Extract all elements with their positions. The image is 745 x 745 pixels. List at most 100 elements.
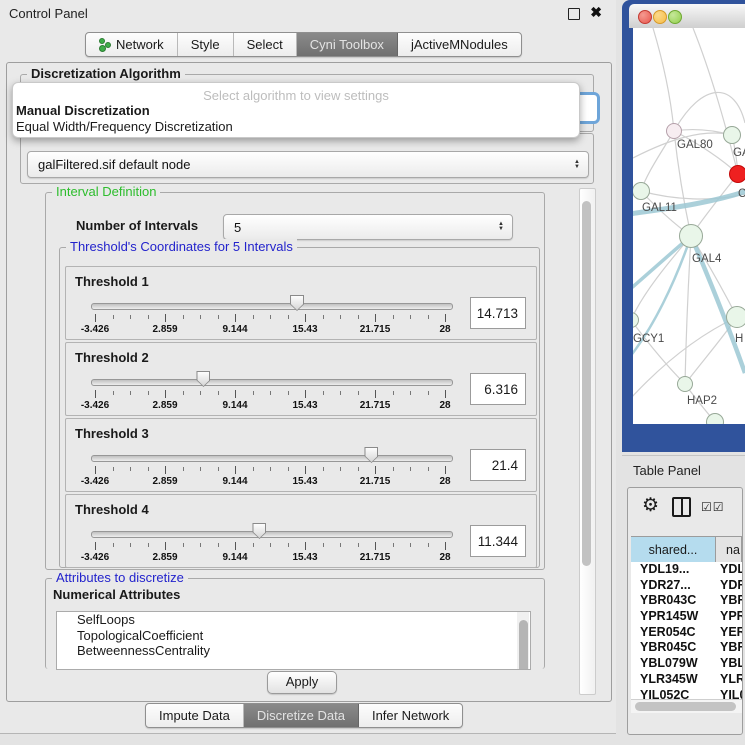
slider-tick	[323, 543, 324, 547]
threshold-value-field[interactable]: 14.713	[470, 297, 526, 329]
tab-network[interactable]: Network	[86, 33, 178, 56]
slider-tick	[165, 542, 166, 550]
slider-tick	[305, 390, 306, 398]
slider-track[interactable]	[91, 303, 453, 310]
tick-label: 21.715	[360, 324, 391, 335]
tab-jactivemnodules[interactable]: jActiveMNodules	[398, 33, 521, 56]
list-scrollbar[interactable]	[517, 612, 529, 669]
slider-tick	[218, 391, 219, 395]
slider-tick	[428, 315, 429, 319]
split-columns-icon[interactable]	[672, 497, 691, 517]
table-row[interactable]: YLR345WYLR3	[631, 672, 742, 688]
slider-track[interactable]	[91, 455, 453, 462]
table-row[interactable]: YBR043CYBR0	[631, 593, 742, 609]
bottom-tab-bar: Impute Data Discretize Data Infer Networ…	[145, 703, 463, 728]
table-cell: YDL1	[716, 562, 742, 578]
network-node-red-node[interactable]	[729, 165, 745, 183]
network-node-GCY1[interactable]	[633, 312, 639, 328]
table-row[interactable]: YBR045CYBR0	[631, 640, 742, 656]
tab-label: Select	[247, 37, 283, 52]
network-node-GAL[interactable]	[723, 126, 741, 144]
table-data-group: Table Data galFiltered.sif default node …	[20, 133, 594, 184]
network-canvas[interactable]: GAL80GACGAL11GAL4GCY1HHAP2	[633, 28, 745, 424]
slider-tick	[305, 466, 306, 474]
table-row[interactable]: YPR145WYPR1	[631, 609, 742, 625]
list-item[interactable]: TopologicalCoefficient	[57, 628, 530, 644]
close-traffic-light[interactable]	[638, 10, 652, 24]
slider-tick	[113, 467, 114, 471]
apply-button[interactable]: Apply	[267, 671, 337, 694]
slider-tick	[218, 315, 219, 319]
network-node-GAL80[interactable]	[666, 123, 682, 139]
network-node-GAL11[interactable]	[633, 182, 650, 200]
slider-track[interactable]	[91, 379, 453, 386]
tick-label: 21.715	[360, 552, 391, 563]
tick-label: 15.43	[292, 324, 317, 335]
slider-tick	[218, 543, 219, 547]
threshold-value-field[interactable]: 21.4	[470, 449, 526, 481]
network-node-GAL4[interactable]	[679, 224, 703, 248]
table-panel-titlebar: Table Panel	[622, 455, 745, 484]
combobox-value: 5	[224, 220, 493, 235]
list-item[interactable]: SelfLoops	[57, 612, 530, 628]
column-header-name[interactable]: na	[716, 537, 742, 563]
tab-impute-data[interactable]: Impute Data	[146, 704, 244, 727]
table-row[interactable]: YDL19...YDL1	[631, 562, 742, 578]
tick-label: 28	[439, 552, 450, 563]
threshold-label: Threshold 3	[75, 426, 149, 441]
slider-tick	[375, 390, 376, 398]
tab-infer-network[interactable]: Infer Network	[359, 704, 462, 727]
popup-option-manual-discretization[interactable]: Manual Discretization	[16, 103, 150, 118]
threshold-value-field[interactable]: 6.316	[470, 373, 526, 405]
popup-option-equal-width-frequency[interactable]: Equal Width/Frequency Discretization	[16, 119, 233, 134]
slider-tick	[183, 543, 184, 547]
network-node-HAP2[interactable]	[677, 376, 693, 392]
network-window-titlebar	[629, 4, 745, 28]
slider-tick	[148, 543, 149, 547]
checkbox-icons[interactable]: ☑☑	[701, 500, 725, 514]
network-icon	[99, 38, 110, 51]
table-row[interactable]: YER054CYER0	[631, 625, 742, 641]
slider-tick	[358, 467, 359, 471]
scrollbar-thumb[interactable]	[519, 620, 528, 670]
table-row[interactable]: YIL052CYIL0	[631, 688, 742, 700]
slider-tick	[148, 467, 149, 471]
slider-tick-labels: -3.4262.8599.14415.4321.71528	[66, 476, 536, 488]
slider-tick	[148, 391, 149, 395]
threshold-value-field[interactable]: 11.344	[470, 525, 526, 557]
list-item[interactable]: BetweennessCentrality	[57, 643, 530, 659]
slider-tick	[235, 314, 236, 322]
table-row[interactable]: YBL079WYBL0	[631, 656, 742, 672]
slider-track[interactable]	[91, 531, 453, 538]
slider-tick	[410, 543, 411, 547]
table-row[interactable]: YDR27...YDR2	[631, 578, 742, 594]
table-data-combobox[interactable]: galFiltered.sif default node ▲▼	[27, 151, 589, 178]
table-cell: YDL19...	[631, 562, 716, 578]
close-icon[interactable]: ✖	[590, 4, 602, 21]
gear-icon[interactable]: ⚙	[642, 494, 659, 517]
scrollbar-thumb[interactable]	[582, 201, 591, 566]
float-window-icon[interactable]	[568, 8, 580, 20]
tick-label: 15.43	[292, 552, 317, 563]
slider-tick	[288, 467, 289, 471]
network-node-unlabeled[interactable]	[706, 413, 724, 424]
minimize-traffic-light[interactable]	[653, 10, 667, 24]
tab-style[interactable]: Style	[178, 33, 234, 56]
zoom-traffic-light[interactable]	[668, 10, 682, 24]
column-header-shared[interactable]: shared...	[631, 537, 716, 563]
tab-select[interactable]: Select	[234, 33, 297, 56]
tab-label: Infer Network	[372, 708, 449, 723]
table-header: shared... na	[631, 536, 742, 564]
tab-cyni-toolbox[interactable]: Cyni Toolbox	[297, 33, 398, 56]
slider-tick	[305, 542, 306, 550]
table-cell: YLR345W	[631, 672, 716, 688]
slider-tick	[428, 543, 429, 547]
horizontal-scrollbar[interactable]	[631, 699, 742, 713]
table-cell: YBR043C	[631, 593, 716, 609]
number-of-intervals-combobox[interactable]: 5 ▲▼	[223, 214, 513, 240]
threshold-3-panel: Threshold 3 -3.4262.8599.14415.4321.7152…	[65, 418, 537, 492]
network-node-H[interactable]	[726, 306, 745, 328]
scrollbar-thumb[interactable]	[635, 702, 736, 711]
vertical-scrollbar[interactable]	[579, 188, 596, 695]
tab-discretize-data[interactable]: Discretize Data	[244, 704, 359, 727]
